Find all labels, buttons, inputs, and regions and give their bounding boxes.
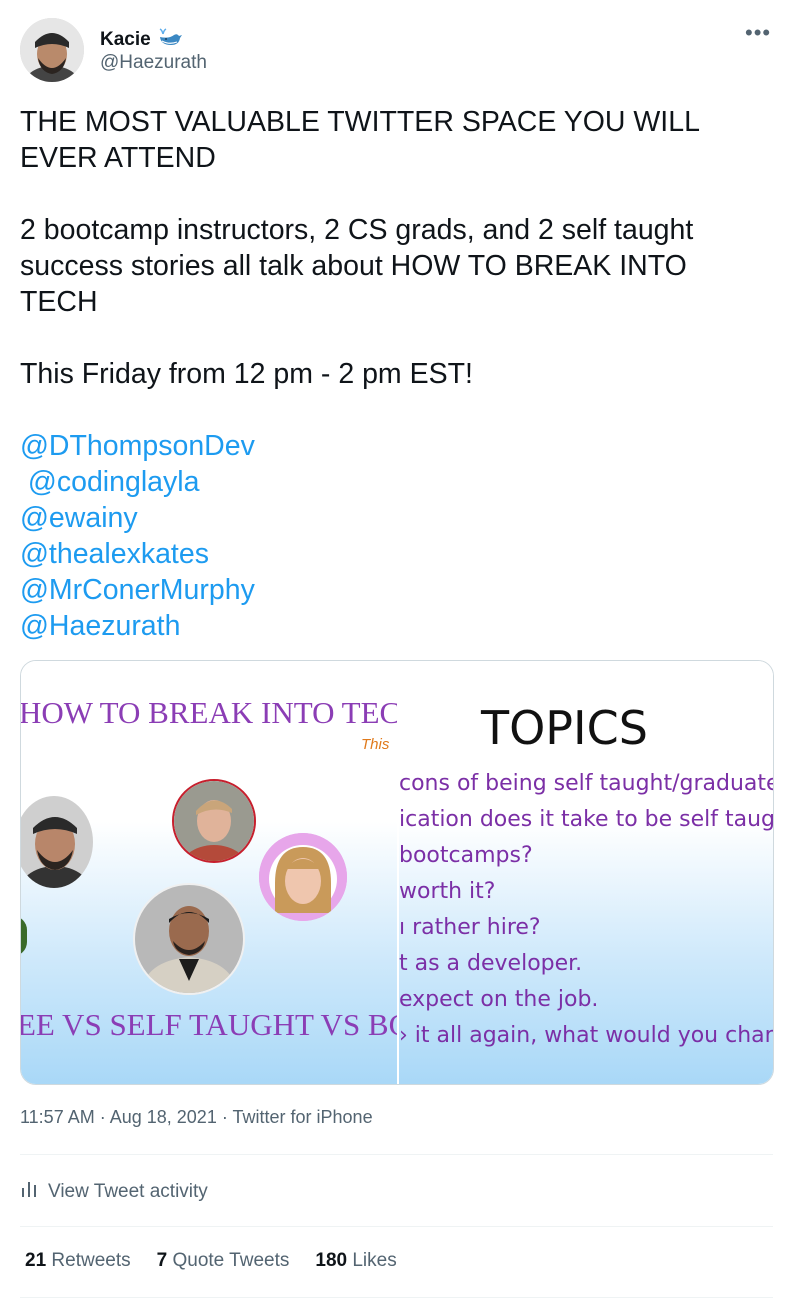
quotes-count: 7	[156, 1250, 168, 1271]
tweet-stats: 21 Retweets 7 Quote Tweets 180 Likes	[25, 1250, 397, 1272]
view-tweet-activity[interactable]: View Tweet activity	[20, 1180, 208, 1204]
tweet-date[interactable]: Aug 18, 2021	[110, 1107, 217, 1127]
image-subtitle: This	[361, 736, 390, 753]
topics-title: TOPICS	[481, 701, 648, 755]
more-options-icon[interactable]: •••	[745, 22, 771, 44]
topic-line: t as a developer.	[399, 951, 583, 976]
quotes-label: Quote Tweets	[172, 1250, 290, 1271]
tweet-schedule: This Friday from 12 pm - 2 pm EST!	[20, 358, 473, 390]
media-image-left[interactable]: HOW TO BREAK INTO TEC This EE VS SELF TA…	[21, 661, 397, 1084]
whale-icon	[157, 27, 183, 53]
topic-line: ication does it take to be self taught?	[399, 807, 773, 832]
image-bottom-text: EE VS SELF TAUGHT VS BC	[21, 1007, 397, 1042]
author-avatar[interactable]	[20, 18, 84, 82]
speaker-photo-partial	[21, 916, 27, 956]
divider	[20, 1226, 773, 1227]
speaker-photo	[259, 833, 347, 921]
mention-link[interactable]: @DThompsonDev	[20, 428, 780, 464]
retweets-stat[interactable]: 21 Retweets	[25, 1250, 131, 1272]
image-title: HOW TO BREAK INTO TEC	[21, 695, 397, 730]
quote-tweets-stat[interactable]: 7 Quote Tweets	[157, 1250, 290, 1272]
tweet-source[interactable]: Twitter for iPhone	[233, 1107, 373, 1127]
mention-link[interactable]: @ewainy	[20, 500, 780, 536]
tweet-headline-line-1: THE MOST VALUABLE TWITTER SPACE YOU WILL	[20, 106, 700, 138]
author-name[interactable]: Kacie	[100, 27, 183, 53]
author-name-text[interactable]: Kacie	[100, 29, 151, 51]
likes-count: 180	[315, 1250, 348, 1271]
mention-link[interactable]: @codinglayla	[20, 464, 780, 500]
activity-label[interactable]: View Tweet activity	[48, 1181, 208, 1203]
topic-line: ı rather hire?	[399, 915, 541, 940]
tweet-text: THE MOST VALUABLE TWITTER SPACE YOU WILL…	[20, 104, 780, 644]
tweet-media[interactable]: HOW TO BREAK INTO TEC This EE VS SELF TA…	[20, 660, 774, 1085]
mention-link[interactable]: @thealexkates	[20, 536, 780, 572]
tweet-meta: 11:57 AM · Aug 18, 2021 · Twitter for iP…	[20, 1107, 373, 1128]
tweet-body-line-3: TECH	[20, 286, 98, 318]
tweet-time[interactable]: 11:57 AM	[20, 1107, 95, 1127]
speaker-photo	[133, 883, 245, 995]
divider	[20, 1297, 773, 1298]
author-handle[interactable]: @Haezurath	[100, 52, 207, 74]
separator: ·	[216, 1107, 233, 1127]
topic-line: › it all again, what would you change?	[399, 1023, 773, 1048]
media-image-right[interactable]: TOPICS cons of being self taught/graduat…	[399, 661, 773, 1084]
retweets-count: 21	[25, 1250, 47, 1271]
speaker-photo	[172, 779, 256, 863]
topic-line: expect on the job.	[399, 987, 599, 1012]
topic-line: cons of being self taught/graduated/b	[399, 771, 773, 796]
activity-chart-icon	[20, 1180, 38, 1204]
topic-line: bootcamps?	[399, 843, 533, 868]
tweet-body-line-2: success stories all talk about HOW TO BR…	[20, 250, 687, 282]
mention-link[interactable]: @MrConerMurphy	[20, 572, 780, 608]
likes-stat[interactable]: 180 Likes	[315, 1250, 396, 1272]
tweet-headline-line-2: EVER ATTEND	[20, 142, 216, 174]
likes-label: Likes	[352, 1250, 397, 1271]
divider	[20, 1154, 773, 1155]
retweets-label: Retweets	[51, 1250, 131, 1271]
tweet-body-line-1: 2 bootcamp instructors, 2 CS grads, and …	[20, 214, 694, 246]
mention-link[interactable]: @Haezurath	[20, 608, 780, 644]
topic-line: worth it?	[399, 879, 496, 904]
speaker-photo	[21, 796, 93, 888]
separator: ·	[94, 1107, 110, 1127]
